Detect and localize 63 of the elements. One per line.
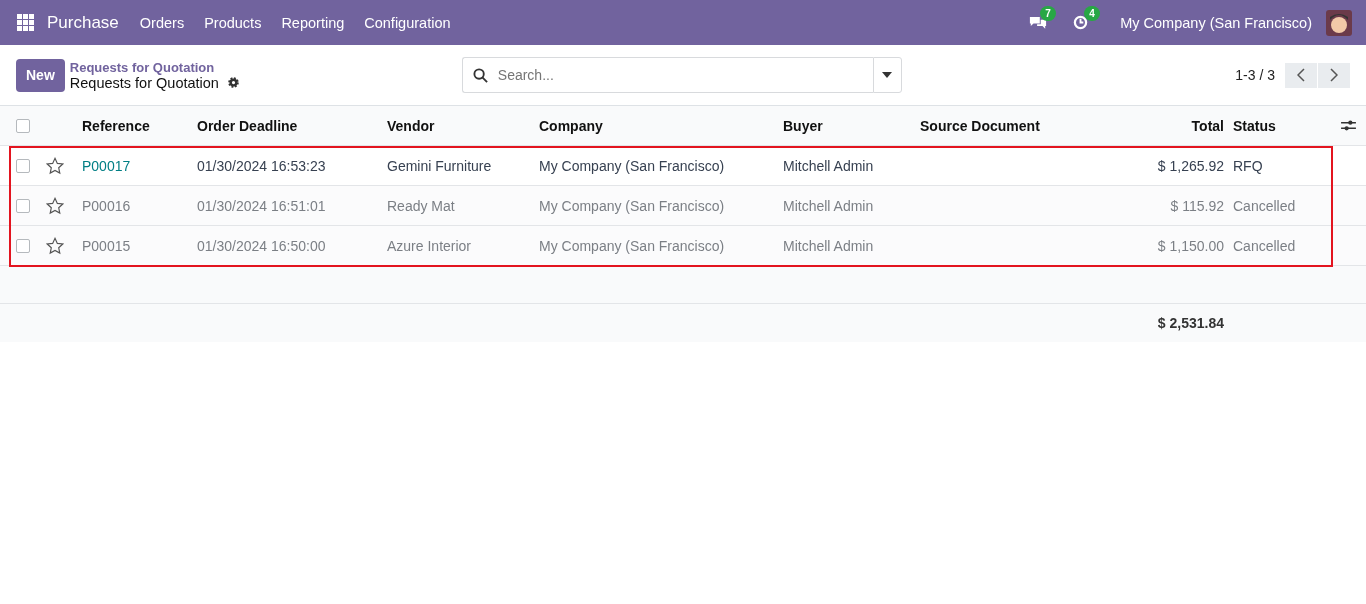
column-header[interactable]: Order Deadline xyxy=(197,117,387,134)
table-cell-text: RFQ xyxy=(1232,157,1264,174)
chevron-right-icon xyxy=(1330,68,1338,82)
table-cell-text: 01/30/2024 16:50:00 xyxy=(197,237,327,254)
table-cell-text: Cancelled xyxy=(1232,237,1297,254)
avatar-icon[interactable] xyxy=(1326,9,1352,36)
reference-link[interactable]: P00016 xyxy=(82,197,197,214)
column-settings-icon[interactable] xyxy=(1341,119,1356,132)
caret-icon xyxy=(882,72,893,78)
notification-badge: 7 xyxy=(1040,6,1056,21)
menu-item[interactable]: Reporting xyxy=(281,14,345,31)
pager-value[interactable]: 1-3 / 3 xyxy=(1235,67,1275,83)
table-cell-text: Mitchell Admin xyxy=(783,157,875,174)
new-button[interactable]: New xyxy=(16,58,65,92)
row-checkbox[interactable] xyxy=(16,238,30,253)
menu-item[interactable]: Configuration xyxy=(364,14,451,31)
column-header[interactable]: Reference xyxy=(82,117,197,134)
select-all-checkbox[interactable] xyxy=(16,118,30,133)
table-cell-text: My Company (San Francisco) xyxy=(539,157,726,174)
settings-icon[interactable] xyxy=(226,76,240,89)
previous-page-button[interactable] xyxy=(1285,62,1317,88)
star-icon[interactable] xyxy=(46,156,64,175)
column-header[interactable]: Source Document xyxy=(920,117,1080,134)
company-switcher[interactable]: My Company (San Francisco) xyxy=(1120,14,1312,31)
chat-icon[interactable] xyxy=(1029,15,1048,30)
table-cell-text: 01/30/2024 16:53:23 xyxy=(197,157,327,174)
table-cell-text: My Company (San Francisco) xyxy=(539,197,726,214)
table-cell-text: Azure Interior xyxy=(387,237,473,254)
table-cell-text: My Company (San Francisco) xyxy=(539,237,726,254)
table-cell-text: Mitchell Admin xyxy=(783,237,875,254)
table-row[interactable]: P00017 01/30/2024 16:53:23 Gemini Furniture My Company (San Francisco) Mitchell Admin $ 1,265.92 RFQ xyxy=(0,146,1366,186)
clock-icon[interactable] xyxy=(1073,15,1089,30)
column-header[interactable]: Company xyxy=(539,117,783,134)
table-cell-text: Ready Mat xyxy=(387,197,456,214)
column-header[interactable]: Buyer xyxy=(783,117,920,134)
reference-link[interactable]: P00017 xyxy=(82,157,197,174)
table-cell-text: Gemini Furniture xyxy=(387,157,493,174)
menu-item[interactable]: Orders xyxy=(139,14,185,31)
table-cell-text: $ 1,150.00 xyxy=(1156,237,1224,254)
search-options-button[interactable] xyxy=(872,57,902,93)
app-grid-icon[interactable] xyxy=(17,13,35,32)
next-page-button[interactable] xyxy=(1318,62,1350,88)
breadcrumb-link[interactable]: Requests for Quotation xyxy=(69,59,462,75)
grand-total: $ 2,531.84 xyxy=(1157,315,1224,331)
page-title: Requests for Quotation xyxy=(69,74,219,91)
table-cell-text: $ 1,265.92 xyxy=(1156,157,1224,174)
column-header[interactable]: Total xyxy=(1080,117,1224,134)
table-cell-text: Cancelled xyxy=(1232,197,1297,214)
star-icon[interactable] xyxy=(46,196,64,215)
column-header[interactable]: Vendor xyxy=(387,117,539,134)
star-icon[interactable] xyxy=(46,236,64,255)
notification-badge: 4 xyxy=(1084,6,1100,21)
chevron-left-icon xyxy=(1297,68,1305,82)
reference-link[interactable]: P00015 xyxy=(82,237,197,254)
menu-item[interactable]: Products xyxy=(204,14,262,31)
search-icon xyxy=(472,67,488,83)
table-cell-text: Mitchell Admin xyxy=(783,197,875,214)
row-checkbox[interactable] xyxy=(16,158,30,173)
table-cell-text: $ 115.92 xyxy=(1169,197,1224,214)
row-checkbox[interactable] xyxy=(16,198,30,213)
table-cell-text: 01/30/2024 16:51:01 xyxy=(197,197,327,214)
app-name[interactable]: Purchase xyxy=(47,12,119,33)
column-header[interactable]: Status xyxy=(1224,117,1314,134)
